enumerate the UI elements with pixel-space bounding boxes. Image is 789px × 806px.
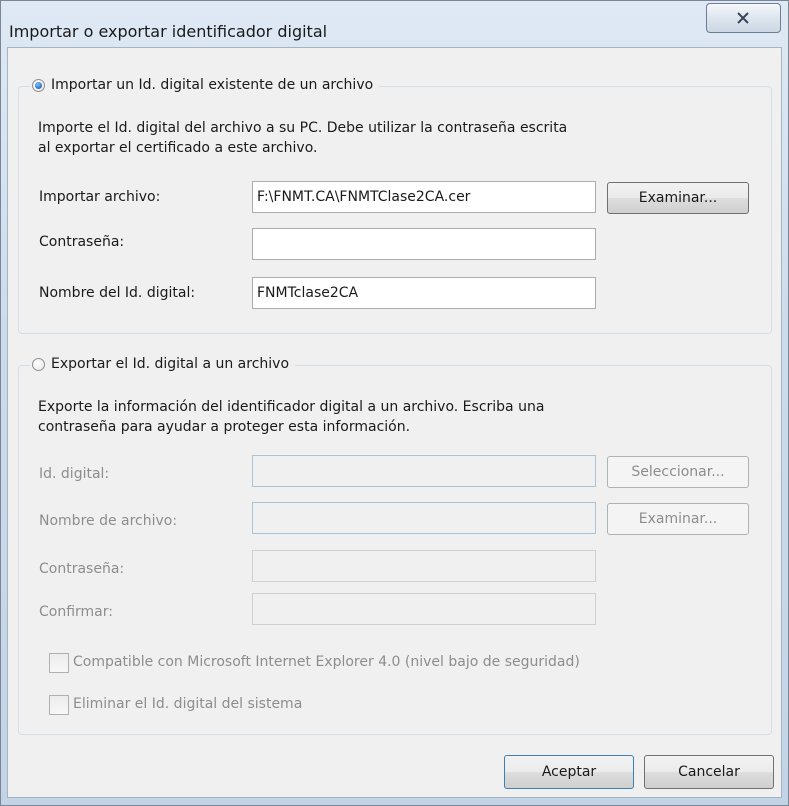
export-description-line1: Exporte la información del identificador… (38, 399, 545, 415)
import-password-label: Contraseña: (39, 234, 125, 250)
import-password-field[interactable] (252, 228, 596, 260)
window-title: Importar o exportar identificador digita… (9, 22, 328, 41)
export-confirm-label: Confirmar: (39, 604, 113, 620)
import-radio-label: Importar un Id. digital existente de un … (51, 77, 374, 93)
import-radio-option[interactable]: Importar un Id. digital existente de un … (30, 77, 380, 93)
export-confirm-field[interactable] (252, 593, 596, 625)
import-radio-button[interactable] (32, 78, 45, 92)
export-password-label: Contraseña: (39, 561, 125, 577)
export-id-field[interactable] (252, 455, 596, 487)
import-description-line2: al exportar el certificado a este archiv… (38, 140, 318, 156)
export-radio-button[interactable] (32, 357, 45, 371)
export-radio-option[interactable]: Exportar el Id. digital a un archivo (30, 356, 296, 372)
select-id-button[interactable]: Seleccionar... (607, 456, 749, 488)
compatible-ie4-checkbox[interactable] (49, 653, 69, 673)
import-description-line1: Importe el Id. digital del archivo a su … (38, 120, 568, 136)
export-id-label: Id. digital: (39, 466, 110, 482)
export-filename-label: Nombre de archivo: (39, 513, 178, 529)
remove-id-label: Eliminar el Id. digital del sistema (73, 696, 303, 712)
export-radio-label: Exportar el Id. digital a un archivo (51, 356, 290, 372)
remove-id-checkbox[interactable] (49, 695, 69, 715)
dialog-body: Importar un Id. digital existente de un … (7, 47, 782, 798)
import-file-field[interactable]: F:\FNMT.CA\FNMTClase2CA.cer (252, 181, 596, 213)
digital-id-name-label: Nombre del Id. digital: (39, 285, 196, 301)
close-button[interactable] (706, 3, 781, 33)
compatible-ie4-label: Compatible con Microsoft Internet Explor… (73, 654, 580, 670)
export-password-field[interactable] (252, 550, 596, 582)
close-icon (737, 12, 749, 24)
import-browse-button[interactable]: Examinar... (607, 182, 749, 214)
accept-button[interactable]: Aceptar (504, 755, 634, 789)
export-browse-button[interactable]: Examinar... (607, 503, 749, 535)
dialog-window: Importar o exportar identificador digita… (0, 0, 789, 806)
digital-id-name-field[interactable]: FNMTclase2CA (252, 277, 596, 309)
title-bar: Importar o exportar identificador digita… (1, 1, 788, 47)
cancel-button[interactable]: Cancelar (644, 755, 774, 789)
import-file-label: Importar archivo: (39, 189, 161, 205)
export-description-line2: contraseña para ayudar a proteger esta i… (38, 419, 411, 435)
export-filename-field[interactable] (252, 502, 596, 534)
